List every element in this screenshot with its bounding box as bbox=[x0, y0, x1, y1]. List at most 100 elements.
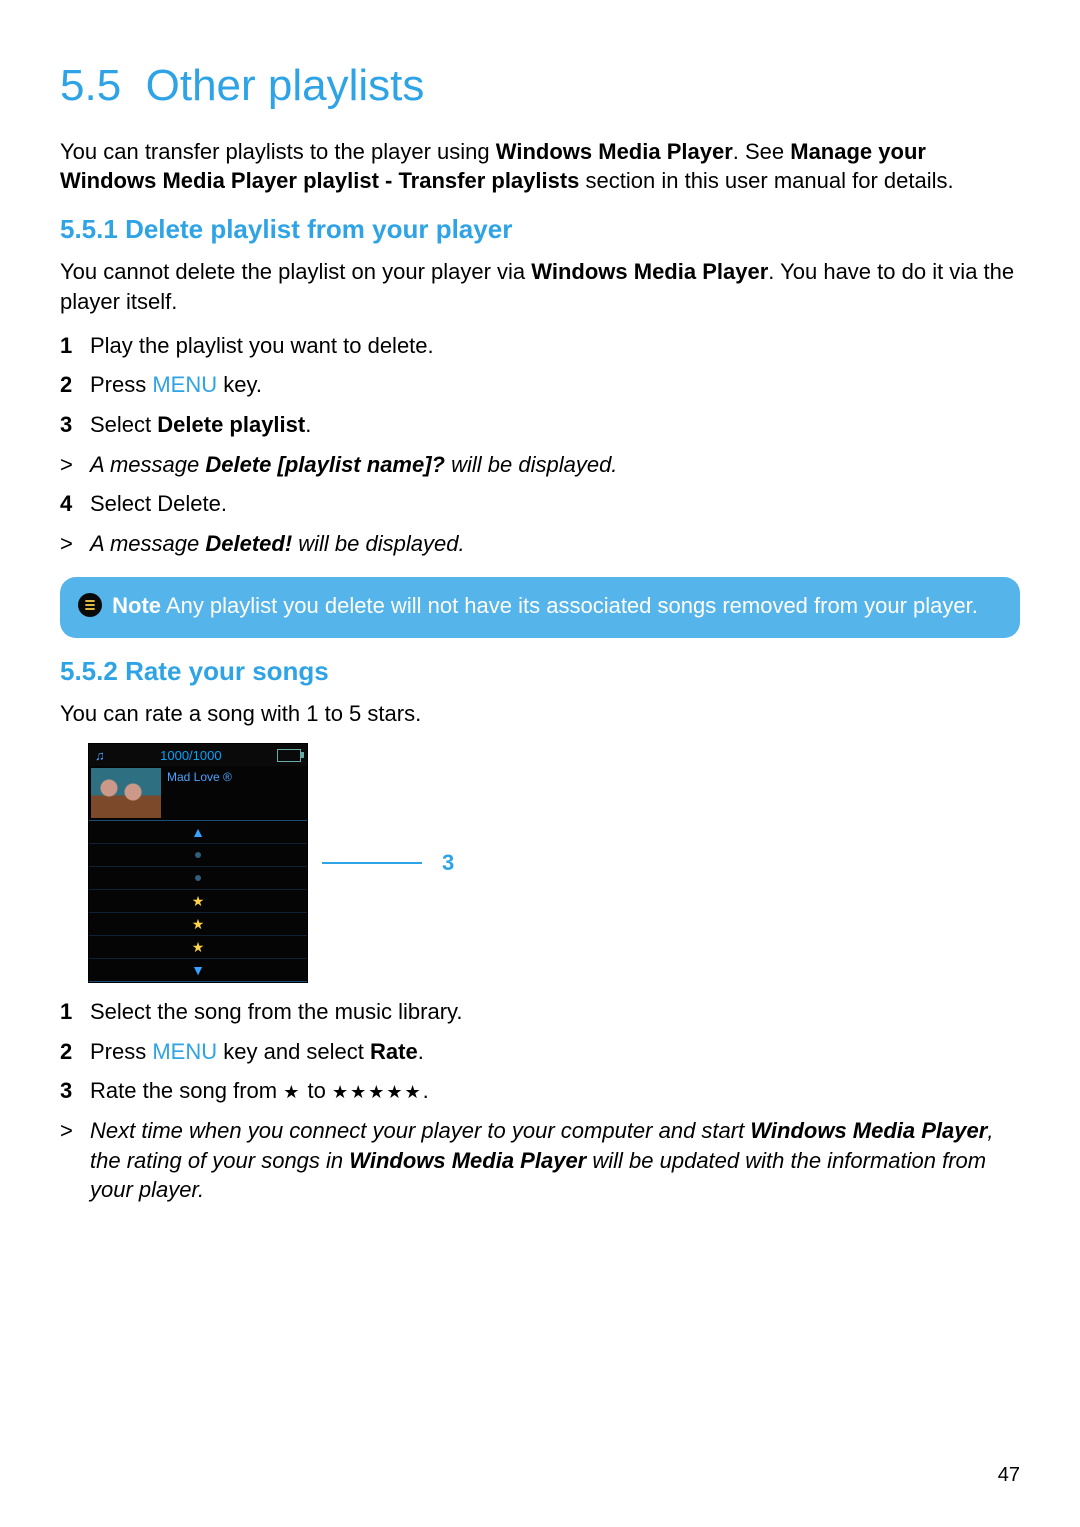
text-bold: Deleted! bbox=[205, 531, 292, 556]
text: Rate the song from bbox=[90, 1078, 283, 1103]
player-nowplaying: Mad Love ® bbox=[89, 766, 307, 820]
star-icon: ★★★★★ bbox=[332, 1082, 423, 1102]
list-row: ▼ bbox=[89, 959, 307, 981]
step-text: Play the playlist you want to delete. bbox=[90, 331, 1020, 361]
step-number: 2 bbox=[60, 370, 90, 400]
star-icon: ★ bbox=[192, 894, 205, 908]
manual-page: 5.5 Other playlists You can transfer pla… bbox=[0, 0, 1080, 1527]
text-bold: Windows Media Player bbox=[349, 1148, 586, 1173]
player-rating-list: ▲ ★ ★ ★ ▼ bbox=[89, 820, 307, 982]
text: A message bbox=[90, 531, 205, 556]
intro-paragraph: You can transfer playlists to the player… bbox=[60, 137, 1020, 196]
sub1-steps: 1 Play the playlist you want to delete. … bbox=[60, 331, 1020, 440]
text: . See bbox=[733, 139, 790, 164]
step-number: 1 bbox=[60, 331, 90, 361]
text: Select bbox=[90, 412, 157, 437]
text: key and select bbox=[217, 1039, 370, 1064]
sub2-intro: You can rate a song with 1 to 5 stars. bbox=[60, 699, 1020, 729]
sub2-steps: 1 Select the song from the music library… bbox=[60, 997, 1020, 1106]
step-number: 3 bbox=[60, 410, 90, 440]
text: key. bbox=[217, 372, 262, 397]
text: section in this user manual for details. bbox=[579, 168, 953, 193]
result-line: > Next time when you connect your player… bbox=[60, 1116, 1020, 1205]
text: . bbox=[418, 1039, 424, 1064]
now-playing-title: Mad Love ® bbox=[161, 766, 238, 788]
list-row: ★ bbox=[89, 913, 307, 936]
text-bold: Delete playlist bbox=[157, 412, 305, 437]
music-icon: ♫ bbox=[95, 748, 105, 763]
battery-icon bbox=[277, 749, 301, 762]
text-bold: Rate bbox=[370, 1039, 418, 1064]
step: 1 Select the song from the music library… bbox=[60, 997, 1020, 1027]
text: A message bbox=[90, 452, 205, 477]
list-row bbox=[89, 844, 307, 867]
note-label: Note bbox=[112, 593, 161, 618]
text: You can transfer playlists to the player… bbox=[60, 139, 496, 164]
result-line: > A message Deleted! will be displayed. bbox=[60, 529, 1020, 559]
step-number: 3 bbox=[60, 1076, 90, 1106]
callout-number: 3 bbox=[442, 850, 454, 876]
page-number: 47 bbox=[998, 1464, 1020, 1487]
album-art-icon bbox=[91, 768, 161, 818]
text: will be displayed. bbox=[445, 452, 617, 477]
list-row: ★ bbox=[89, 936, 307, 959]
result-text: A message Delete [playlist name]? will b… bbox=[90, 450, 617, 480]
result-text: A message Deleted! will be displayed. bbox=[90, 529, 465, 559]
text: Press bbox=[90, 372, 152, 397]
sub1-steps-cont: 4 Select Delete. bbox=[60, 489, 1020, 519]
note-text: Any playlist you delete will not have it… bbox=[161, 593, 978, 618]
result-line: > A message Delete [playlist name]? will… bbox=[60, 450, 1020, 480]
subsection-number: 5.5.2 bbox=[60, 656, 118, 686]
text-bold: Windows Media Player bbox=[531, 259, 768, 284]
result-prefix: > bbox=[60, 450, 90, 480]
text-bold: Windows Media Player bbox=[496, 139, 733, 164]
player-figure: ♫ 1000/1000 Mad Love ® ▲ ★ ★ ★ ▼ 3 bbox=[88, 743, 1020, 983]
step-text: Rate the song from ★ to ★★★★★. bbox=[90, 1076, 1020, 1106]
dot-icon bbox=[195, 852, 201, 858]
step: 3 Select Delete playlist. bbox=[60, 410, 1020, 440]
star-icon: ★ bbox=[283, 1082, 301, 1102]
list-row: ▲ bbox=[89, 821, 307, 844]
sub1-paragraph: You cannot delete the playlist on your p… bbox=[60, 257, 1020, 316]
step: 3 Rate the song from ★ to ★★★★★. bbox=[60, 1076, 1020, 1106]
step-text: Press MENU key and select Rate. bbox=[90, 1037, 1020, 1067]
arrow-up-icon: ▲ bbox=[191, 824, 205, 840]
player-mock: ♫ 1000/1000 Mad Love ® ▲ ★ ★ ★ ▼ bbox=[88, 743, 308, 983]
step-number: 1 bbox=[60, 997, 90, 1027]
section-heading: 5.5 Other playlists bbox=[60, 60, 1020, 113]
result-text: Next time when you connect your player t… bbox=[90, 1116, 1020, 1205]
step: 2 Press MENU key. bbox=[60, 370, 1020, 400]
step-text: Select Delete. bbox=[90, 489, 1020, 519]
note-box: Note Any playlist you delete will not ha… bbox=[60, 577, 1020, 639]
star-icon: ★ bbox=[192, 940, 205, 954]
arrow-down-icon: ▼ bbox=[191, 962, 205, 978]
star-icon: ★ bbox=[192, 917, 205, 931]
result-prefix: > bbox=[60, 1116, 90, 1205]
menu-keyword: MENU bbox=[152, 372, 217, 397]
subsection-title: Delete playlist from your player bbox=[125, 214, 512, 244]
menu-keyword: MENU bbox=[152, 1039, 217, 1064]
step-text: Select the song from the music library. bbox=[90, 997, 1020, 1027]
text: will be displayed. bbox=[292, 531, 464, 556]
step-number: 4 bbox=[60, 489, 90, 519]
step: 1 Play the playlist you want to delete. bbox=[60, 331, 1020, 361]
step: 4 Select Delete. bbox=[60, 489, 1020, 519]
result-prefix: > bbox=[60, 529, 90, 559]
player-status-bar: ♫ 1000/1000 bbox=[89, 744, 307, 766]
player-counter: 1000/1000 bbox=[160, 748, 221, 763]
section-title-text: Other playlists bbox=[146, 61, 425, 110]
text: . bbox=[423, 1078, 429, 1103]
callout-line bbox=[322, 862, 422, 864]
text: You cannot delete the playlist on your p… bbox=[60, 259, 531, 284]
section-number: 5.5 bbox=[60, 61, 121, 110]
text-bold: Delete [playlist name]? bbox=[205, 452, 445, 477]
subsection-heading: 5.5.2 Rate your songs bbox=[60, 656, 1020, 687]
text-bold: Windows Media Player bbox=[750, 1118, 987, 1143]
text: to bbox=[301, 1078, 332, 1103]
list-row-selected: ★ bbox=[89, 890, 307, 913]
step-text: Press MENU key. bbox=[90, 370, 1020, 400]
subsection-title: Rate your songs bbox=[125, 656, 329, 686]
text: . bbox=[305, 412, 311, 437]
step: 2 Press MENU key and select Rate. bbox=[60, 1037, 1020, 1067]
list-row bbox=[89, 867, 307, 890]
